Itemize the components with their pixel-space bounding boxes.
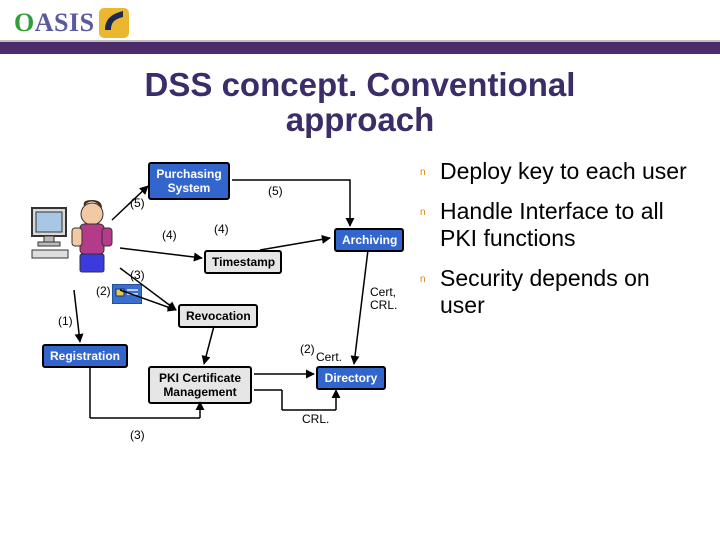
edge-label-3b: (3): [130, 428, 145, 442]
header-accent-bar: [0, 40, 720, 54]
node-label: PKI CertificateManagement: [159, 371, 241, 399]
list-item-label: Deploy key to each user: [440, 158, 700, 184]
node-label: Timestamp: [212, 255, 275, 269]
list-item-label: Handle Interface to all PKI functions: [440, 198, 700, 251]
logo-rest: ASIS: [35, 8, 95, 37]
edge-label-4b: (4): [214, 222, 229, 236]
slide-header: OASIS: [0, 0, 720, 50]
list-item: n Security depends on user: [420, 265, 700, 318]
edge-label-1: (1): [58, 314, 73, 328]
list-item-label: Security depends on user: [440, 265, 700, 318]
bullet-marker: n: [420, 265, 440, 285]
node-label: Directory: [325, 371, 378, 385]
logo-badge-icon: [99, 8, 129, 38]
node-revocation: Revocation: [178, 304, 258, 328]
edge-label-5a: (5): [130, 196, 145, 210]
node-pki-cert-mgmt: PKI CertificateManagement: [148, 366, 252, 404]
node-label: PurchasingSystem: [156, 167, 221, 195]
node-registration: Registration: [42, 344, 128, 368]
node-label: Registration: [50, 349, 120, 363]
user-illustration: [30, 198, 120, 293]
edge-label-5b: (5): [268, 184, 283, 198]
node-directory: Directory: [316, 366, 386, 390]
node-label: Revocation: [186, 309, 251, 323]
node-timestamp: Timestamp: [204, 250, 282, 274]
edge-label-3a: (3): [130, 268, 145, 282]
edge-label-2b: (2): [300, 342, 315, 356]
slide-body: PurchasingSystem Archiving Timestamp Rev…: [0, 150, 720, 470]
node-label: Archiving: [342, 233, 397, 247]
edge-label-4a: (4): [162, 228, 177, 242]
title-line-1: DSS concept. Conventional: [145, 66, 576, 103]
oasis-logo: OASIS: [14, 8, 129, 38]
bullet-marker: n: [420, 198, 440, 218]
edge-label-crl: CRL.: [302, 412, 329, 426]
logo-letter-o: O: [14, 8, 35, 37]
edge-label-cert-crl: Cert,CRL.: [370, 286, 397, 311]
title-line-2: approach: [286, 101, 435, 138]
pki-diagram: PurchasingSystem Archiving Timestamp Rev…: [0, 150, 420, 470]
list-item: n Handle Interface to all PKI functions: [420, 198, 700, 251]
list-item: n Deploy key to each user: [420, 158, 700, 184]
slide-title: DSS concept. Conventional approach: [0, 68, 720, 137]
node-archiving: Archiving: [334, 228, 404, 252]
edge-label-cert: Cert.: [316, 350, 342, 364]
node-purchasing-system: PurchasingSystem: [148, 162, 230, 200]
bullet-marker: n: [420, 158, 440, 178]
smartcard-icon: [112, 284, 142, 309]
logo-text: OASIS: [14, 8, 95, 38]
bullet-list: n Deploy key to each user n Handle Inter…: [420, 150, 700, 470]
edge-label-2a: (2): [96, 284, 111, 298]
user-at-computer-icon: [30, 198, 120, 288]
